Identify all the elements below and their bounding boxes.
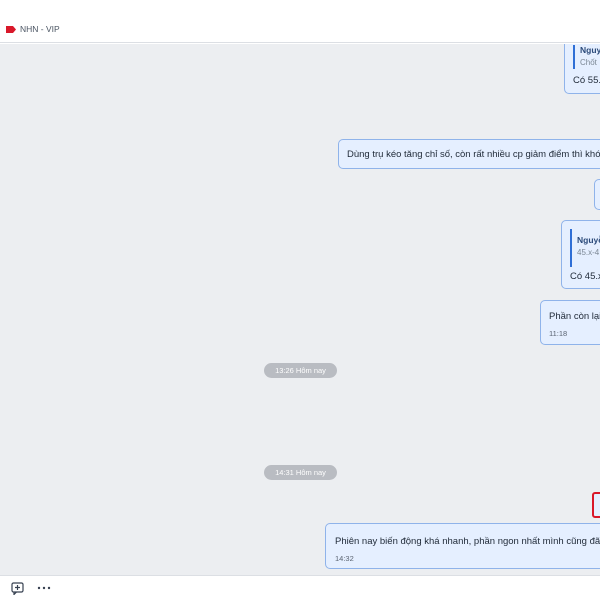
more-options-icon bbox=[37, 586, 51, 590]
highlighted-bubble-edge bbox=[592, 492, 600, 518]
conversation-tag[interactable]: NHN - VIP bbox=[6, 24, 60, 34]
message-bubble[interactable]: Phiên nay biến động khá nhanh, phần ngon… bbox=[325, 523, 600, 569]
more-options-button[interactable] bbox=[37, 581, 51, 595]
conversation-title: NHN - VIP bbox=[20, 24, 60, 34]
message-bubble[interactable]: Nguyễ 45.x-4 Có 45.x bbox=[561, 220, 600, 289]
message-time: 14:32 bbox=[335, 554, 354, 563]
message-text: Phiên nay biến động khá nhanh, phần ngon… bbox=[335, 536, 600, 547]
message-text: Có 55. bbox=[573, 75, 600, 86]
quick-message-icon bbox=[10, 581, 24, 595]
message-bubble[interactable]: Nguyễ Chốt Có 55. bbox=[564, 44, 600, 94]
message-text: Phần còn lại bbox=[549, 311, 600, 322]
date-divider: 13:26 Hôm nay bbox=[264, 363, 337, 378]
message-text: Dùng trụ kéo tăng chỉ số, còn rất nhiều … bbox=[347, 149, 600, 160]
quoted-text: 45.x-4 bbox=[577, 248, 600, 257]
quoted-message[interactable]: Nguyễ 45.x-4 bbox=[570, 229, 600, 267]
message-time: 11:18 bbox=[549, 329, 568, 338]
quick-message-button[interactable] bbox=[10, 581, 24, 595]
message-bubble[interactable]: Phần còn lại 11:18 bbox=[540, 300, 600, 345]
composer-toolbar bbox=[0, 575, 600, 600]
message-bubble[interactable] bbox=[594, 179, 600, 210]
tag-icon bbox=[6, 25, 16, 33]
date-divider: 14:31 Hôm nay bbox=[264, 465, 337, 480]
message-text: Có 45.x bbox=[570, 271, 600, 282]
message-bubble[interactable]: Dùng trụ kéo tăng chỉ số, còn rất nhiều … bbox=[338, 139, 600, 169]
quoted-message[interactable]: Nguyễ Chốt bbox=[573, 45, 600, 69]
message-list[interactable]: Nguyễ Chốt Có 55. Dùng trụ kéo tăng chỉ … bbox=[0, 44, 600, 575]
quoted-text: Chốt bbox=[580, 58, 597, 67]
quoted-author: Nguyễ bbox=[577, 235, 600, 245]
quoted-author: Nguyễ bbox=[580, 45, 600, 55]
chat-header: NHN - VIP bbox=[0, 0, 600, 43]
